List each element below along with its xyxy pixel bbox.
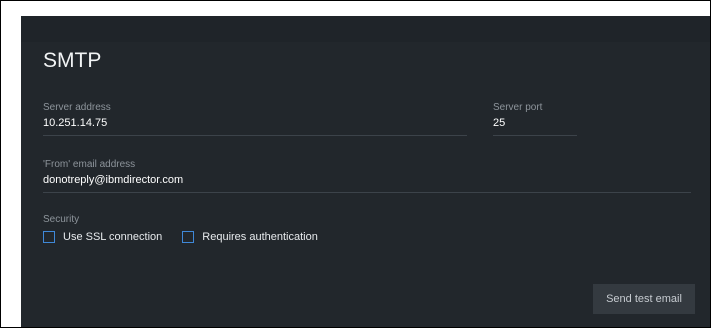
requires-authentication-label: Requires authentication xyxy=(202,231,318,243)
checkbox-box-icon[interactable] xyxy=(182,231,195,243)
page-frame: SMTP Server address 10.251.14.75 Server … xyxy=(0,0,711,328)
server-port-field[interactable]: Server port 25 xyxy=(493,102,577,136)
from-email-input[interactable]: donotreply@ibmdirector.com xyxy=(43,174,691,186)
requires-authentication-checkbox[interactable]: Requires authentication xyxy=(182,231,318,243)
use-ssl-checkbox[interactable]: Use SSL connection xyxy=(43,231,162,243)
server-port-underline xyxy=(493,135,577,136)
security-group: Security Use SSL connection Requires aut… xyxy=(43,214,443,243)
security-options: Use SSL connection Requires authenticati… xyxy=(43,231,443,243)
from-email-underline xyxy=(43,192,691,193)
section-title: SMTP xyxy=(43,49,102,72)
server-port-label: Server port xyxy=(493,102,543,113)
from-email-field[interactable]: 'From' email address donotreply@ibmdirec… xyxy=(43,159,691,193)
server-address-field[interactable]: Server address 10.251.14.75 xyxy=(43,102,467,136)
server-address-label: Server address xyxy=(43,102,111,113)
use-ssl-label: Use SSL connection xyxy=(63,231,163,243)
from-email-label: 'From' email address xyxy=(43,159,136,170)
send-test-email-button[interactable]: Send test email xyxy=(593,284,695,314)
server-port-input[interactable]: 25 xyxy=(493,117,577,129)
server-address-input[interactable]: 10.251.14.75 xyxy=(43,117,467,129)
checkbox-box-icon[interactable] xyxy=(43,231,55,243)
panel-header-strip xyxy=(21,16,710,42)
smtp-settings-panel: SMTP Server address 10.251.14.75 Server … xyxy=(21,16,710,327)
server-address-underline xyxy=(43,135,467,136)
security-label: Security xyxy=(43,214,80,225)
